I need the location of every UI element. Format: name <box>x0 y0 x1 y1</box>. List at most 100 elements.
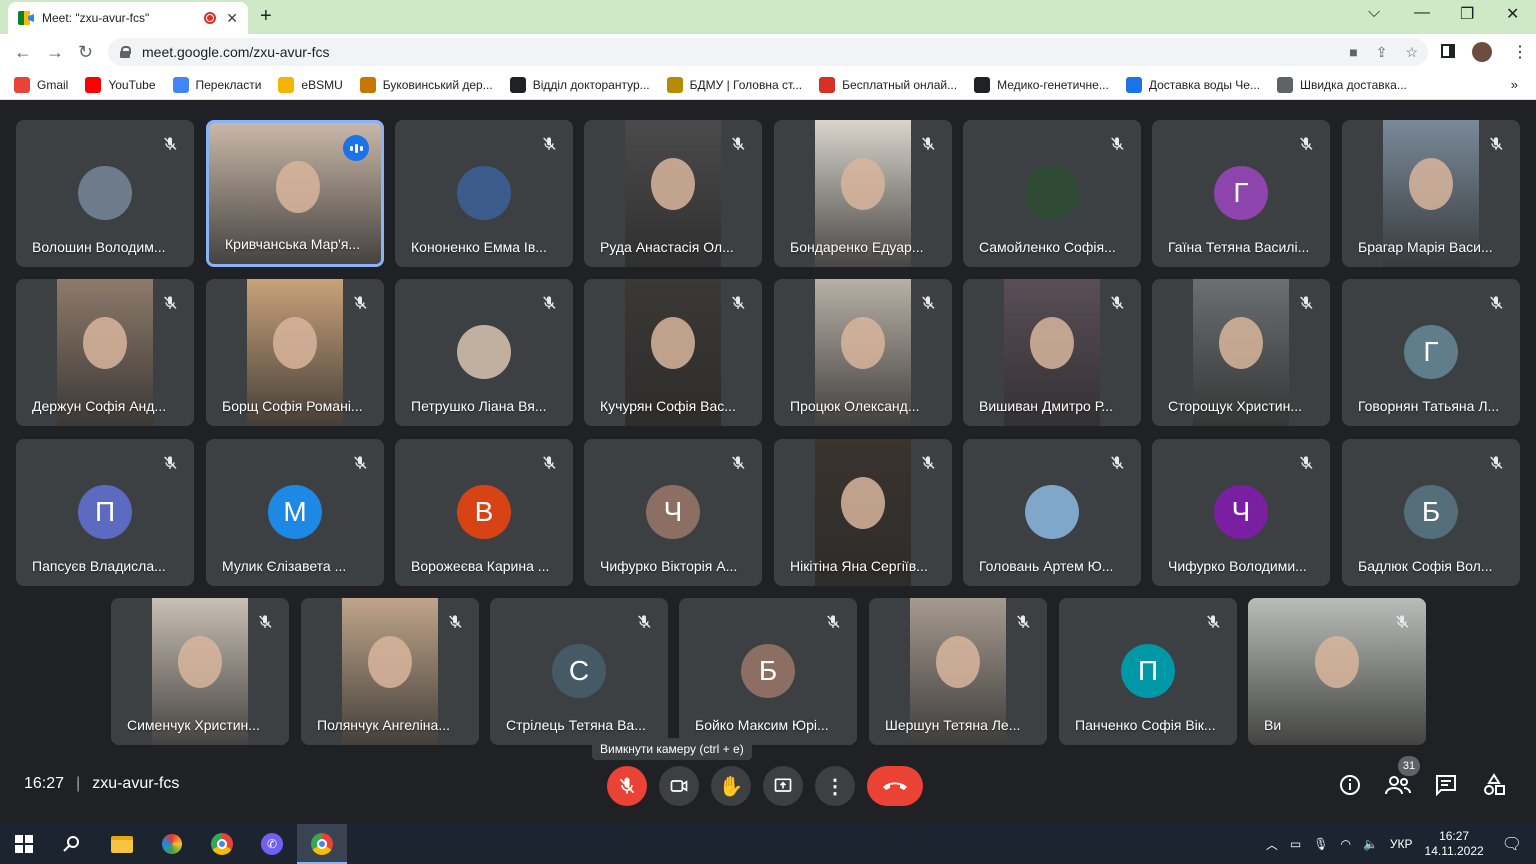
participant-tile[interactable]: Головань Артем Ю... <box>963 439 1141 586</box>
participant-tile[interactable]: Г Гаїна Тетяна Василі... <box>1152 120 1330 267</box>
reload-button[interactable]: ↻ <box>78 42 93 63</box>
participant-tile[interactable]: Процюк Олександ... <box>774 279 952 426</box>
participant-tile[interactable]: Шершун Тетяна Ле... <box>869 598 1047 745</box>
camera-in-use-icon[interactable]: ■ <box>1349 44 1357 61</box>
forward-button[interactable]: → <box>46 42 64 63</box>
close-window-button[interactable]: ✕ <box>1506 4 1519 24</box>
participant-tile[interactable]: П Папсуєв Владисла... <box>16 439 194 586</box>
participant-tile[interactable]: Руда Анастасія Ол... <box>584 120 762 267</box>
emblem-icon <box>666 76 683 93</box>
battery-icon[interactable]: ▭ <box>1290 837 1301 851</box>
water-drop-icon <box>1125 76 1142 93</box>
participant-tile[interactable]: С Стрілець Тетяна Ва... <box>490 598 668 745</box>
participant-face <box>651 158 695 210</box>
bookmark-star-icon[interactable]: ☆ <box>1405 44 1418 61</box>
muted-mic-icon <box>1488 455 1504 471</box>
tab-search-chevron-icon[interactable]: ⌵ <box>1368 4 1380 22</box>
taskbar-clock[interactable]: 16:27 14.11.2022 <box>1425 829 1484 859</box>
participant-tile[interactable]: М Мулик Єлізавета ... <box>206 439 384 586</box>
participant-name: Чифурко Володими... <box>1168 558 1307 574</box>
more-bookmarks-chevron-icon[interactable]: » <box>1511 77 1518 92</box>
present-icon <box>774 778 792 792</box>
participant-tile[interactable]: Держун Софія Анд... <box>16 279 194 426</box>
volume-icon[interactable]: 🔈 <box>1363 837 1378 851</box>
participant-tile[interactable]: Ви <box>1248 598 1426 745</box>
wifi-icon[interactable]: ◠ <box>1340 837 1350 851</box>
microphone-in-use-icon[interactable]: 🎙 <box>1313 837 1328 851</box>
minimize-button[interactable]: — <box>1414 4 1430 22</box>
windows-start-icon[interactable] <box>12 832 36 856</box>
close-tab-icon[interactable]: ✕ <box>226 10 238 27</box>
camera-button[interactable] <box>659 766 699 806</box>
input-language[interactable]: УКР <box>1390 837 1413 851</box>
participant-tile[interactable]: Сторощук Христин... <box>1152 279 1330 426</box>
participant-tile[interactable]: Самойленко Софія... <box>963 120 1141 267</box>
participant-tile[interactable]: Кононенко Емма Ів... <box>395 120 573 267</box>
participant-tile[interactable]: Полянчук Ангеліна... <box>301 598 479 745</box>
participant-tile[interactable]: Б Бадлюк Софія Вол... <box>1342 439 1520 586</box>
chrome-icon[interactable] <box>210 832 234 856</box>
paint-app-icon[interactable] <box>160 832 184 856</box>
participant-tile[interactable]: Ч Чифурко Вікторія А... <box>584 439 762 586</box>
bookmark-item[interactable]: eBSMU <box>278 76 343 93</box>
bookmark-item[interactable]: Медико-генетичне... <box>974 76 1109 93</box>
muted-mic-icon <box>730 136 746 152</box>
windows-taskbar: ✆ ︿ ▭ 🎙 ◠ 🔈 УКР 16:27 14.11.2022 🗨 <box>0 824 1536 864</box>
bookmark-item[interactable]: Буковинський дер... <box>359 76 493 93</box>
present-screen-button[interactable] <box>763 766 803 806</box>
share-icon[interactable]: ⇪ <box>1376 44 1388 61</box>
participant-face <box>1315 636 1359 688</box>
participant-tile[interactable]: П Панченко Софія Вік... <box>1059 598 1237 745</box>
participant-tile[interactable]: Г Говорнян Татьяна Л... <box>1342 279 1520 426</box>
bookmark-item[interactable]: YouTube <box>85 76 156 93</box>
participant-face <box>936 636 980 688</box>
activities-icon[interactable] <box>1481 772 1507 798</box>
search-icon[interactable] <box>60 832 84 856</box>
bookmark-item[interactable]: БДМУ | Головна ст... <box>666 76 802 93</box>
participant-name: Говорнян Татьяна Л... <box>1358 398 1500 414</box>
bookmark-item[interactable]: Gmail <box>14 76 68 93</box>
participant-tile[interactable]: Сименчук Христин... <box>111 598 289 745</box>
participant-avatar: Ч <box>646 485 700 539</box>
google-meet-icon <box>18 11 34 25</box>
back-button[interactable]: ← <box>14 42 32 63</box>
participant-tile[interactable]: Вишиван Дмитро Р... <box>963 279 1141 426</box>
bookmark-item[interactable]: Доставка воды Че... <box>1125 76 1260 93</box>
bookmark-label: Буковинський дер... <box>382 77 493 92</box>
participant-tile[interactable]: Б Бойко Максим Юрі... <box>679 598 857 745</box>
participant-tile[interactable]: В Ворожеєва Карина ... <box>395 439 573 586</box>
show-hidden-icons-chevron-icon[interactable]: ︿ <box>1266 836 1278 853</box>
participant-tile[interactable]: Кривчанська Мар'я... <box>206 120 384 267</box>
browser-menu-icon[interactable]: ⋮ <box>1512 42 1528 62</box>
chrome-meet-window-icon[interactable] <box>310 832 334 856</box>
notifications-icon[interactable]: 🗨 <box>1502 834 1522 854</box>
participant-tile[interactable]: Нікітіна Яна Сергіїв... <box>774 439 952 586</box>
participant-tile[interactable]: Борщ Софія Романі... <box>206 279 384 426</box>
side-panel-icon[interactable] <box>1441 44 1455 58</box>
participant-tile[interactable]: Петрушко Ліана Вя... <box>395 279 573 426</box>
viber-icon[interactable]: ✆ <box>260 832 284 856</box>
address-bar[interactable]: meet.google.com/zxu-avur-fcs ■ ⇪ ☆ <box>108 38 1428 66</box>
leave-call-button[interactable] <box>867 766 923 806</box>
bookmark-item[interactable]: Відділ докторантур... <box>509 76 650 93</box>
chat-icon[interactable] <box>1433 772 1459 798</box>
participant-tile[interactable]: Волошин Володим... <box>16 120 194 267</box>
bookmark-item[interactable]: Перекласти <box>172 76 261 93</box>
participant-tile[interactable]: Бондаренко Едуар... <box>774 120 952 267</box>
more-options-button[interactable]: ⋮ <box>815 766 855 806</box>
participant-tile[interactable]: Ч Чифурко Володими... <box>1152 439 1330 586</box>
bookmark-item[interactable]: Бесплатный онлай... <box>819 76 957 93</box>
microphone-off-button[interactable] <box>607 766 647 806</box>
profile-avatar[interactable] <box>1472 42 1492 62</box>
participant-tile[interactable]: Кучурян Софія Вас... <box>584 279 762 426</box>
raise-hand-button[interactable]: ✋ <box>711 766 751 806</box>
restore-button[interactable]: ❐ <box>1460 4 1474 24</box>
bookmark-item[interactable]: Швидка доставка... <box>1276 76 1407 93</box>
new-tab-button[interactable]: + <box>260 5 272 28</box>
meeting-details-icon[interactable] <box>1337 772 1363 798</box>
participant-name: Петрушко Ліана Вя... <box>411 398 547 414</box>
file-explorer-icon[interactable] <box>110 832 134 856</box>
lock-icon[interactable] <box>120 46 131 58</box>
tab-meet[interactable]: Meet: "zxu-avur-fcs" ✕ <box>8 2 248 34</box>
participant-tile[interactable]: Брагар Марія Васи... <box>1342 120 1520 267</box>
